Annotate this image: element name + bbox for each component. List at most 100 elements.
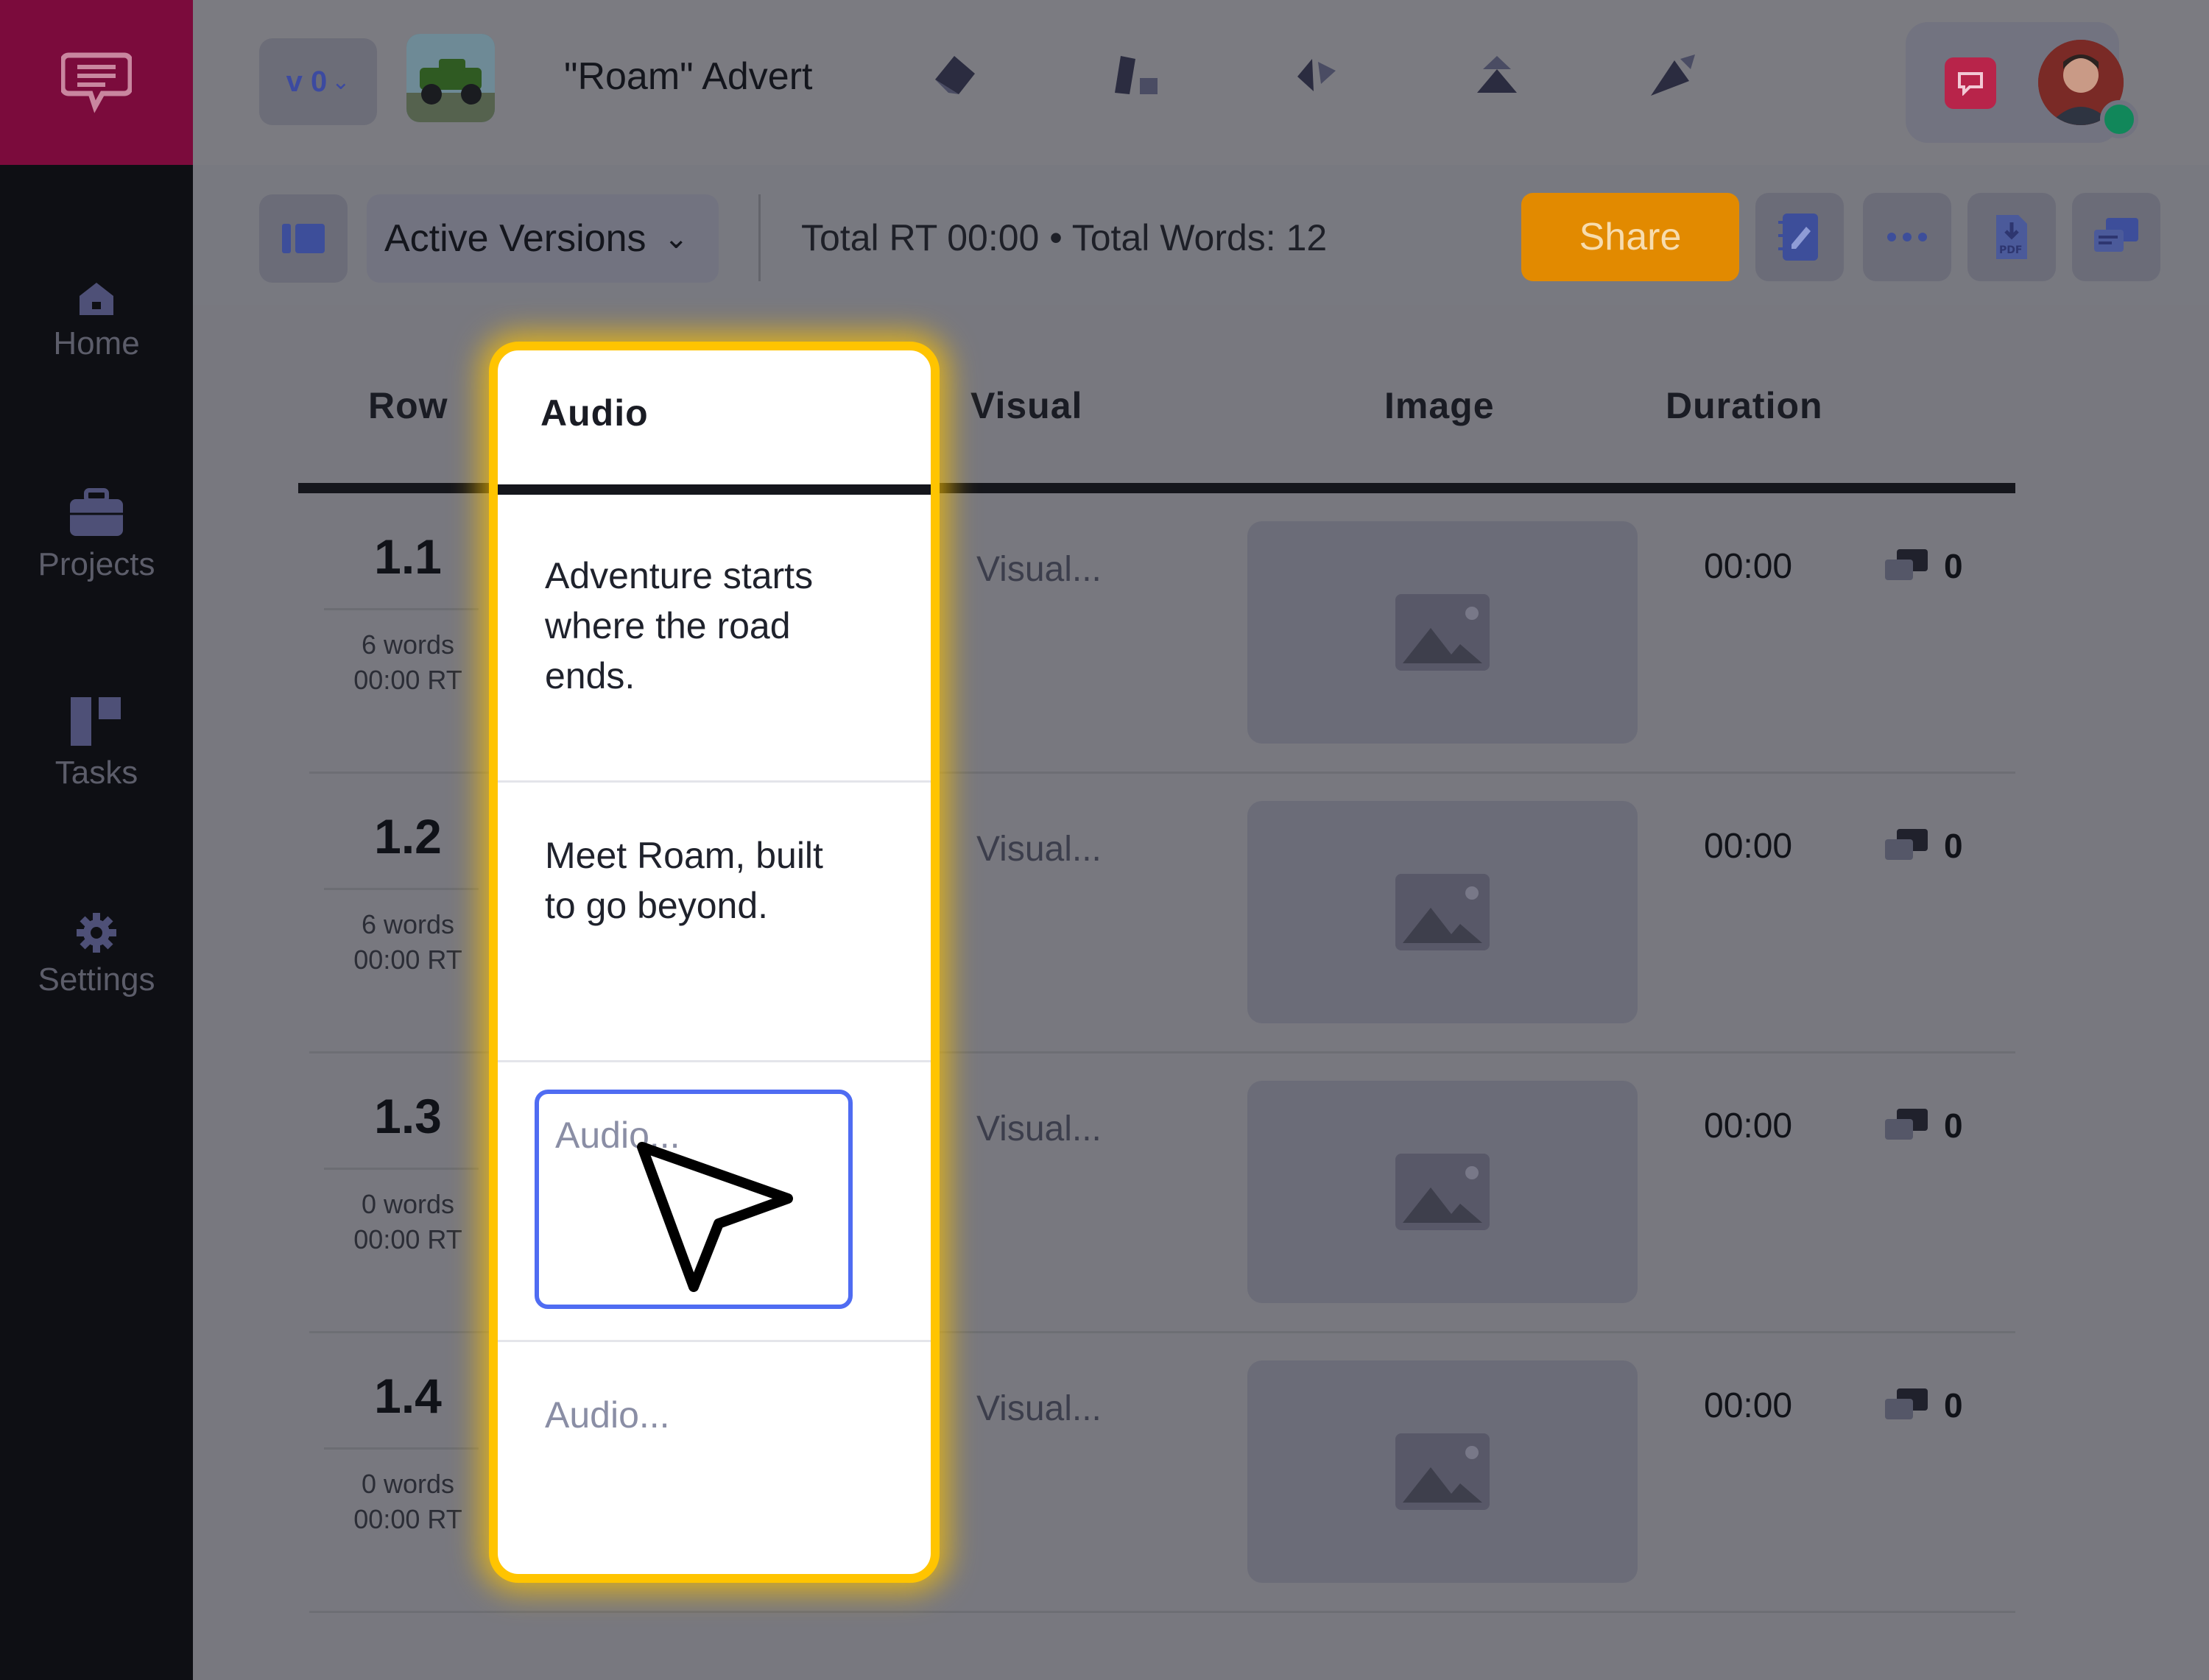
duration-value[interactable]: 00:00	[1704, 546, 1792, 587]
sidebar-item-label: Home	[53, 325, 140, 361]
row-divider	[498, 1340, 931, 1342]
row-number-divider	[324, 1447, 479, 1450]
audio-column-highlight: Audio Adventure starts where the road en…	[489, 342, 940, 1583]
row-number: 1.2	[374, 809, 442, 864]
comment-count-value: 0	[1944, 547, 1963, 585]
row-number: 1.3	[374, 1089, 442, 1143]
word-count: 0 words	[361, 1469, 455, 1499]
comment-icon	[1885, 549, 1928, 580]
running-time: 00:00 RT	[353, 1224, 462, 1254]
sidebar-item-label: Tasks	[54, 755, 138, 791]
comment-count[interactable]: 0	[1884, 826, 1963, 866]
running-time: 00:00 RT	[353, 945, 462, 975]
app-logo[interactable]	[0, 0, 193, 165]
word-count: 0 words	[361, 1189, 455, 1219]
duration-value[interactable]: 00:00	[1704, 1386, 1792, 1426]
row-number-divider	[324, 1168, 479, 1170]
row-stats: 0 words 00:00 RT	[327, 1467, 489, 1537]
tasks-icon	[71, 697, 121, 746]
column-header-duration: Duration	[1666, 385, 1823, 426]
send-tool-icon[interactable]	[1648, 53, 1698, 102]
more-options-button[interactable]	[1863, 193, 1951, 281]
running-time: 00:00 RT	[353, 665, 462, 695]
chat-logo-icon	[61, 52, 132, 113]
audio-cell[interactable]: Adventure starts where the road ends.	[545, 551, 854, 701]
sidebar-item-settings[interactable]: Settings	[0, 911, 193, 998]
gear-icon	[77, 913, 116, 953]
header-divider	[498, 484, 931, 495]
comment-icon	[1885, 1109, 1928, 1140]
toggle-panel-button[interactable]	[259, 194, 348, 283]
comment-count[interactable]: 0	[1884, 1386, 1963, 1425]
project-thumbnail[interactable]	[406, 34, 495, 122]
visual-cell[interactable]: Visual...	[976, 549, 1102, 590]
row-number: 1.4	[374, 1369, 442, 1423]
more-icon	[1887, 233, 1927, 241]
image-cell[interactable]	[1247, 1081, 1638, 1303]
visual-cell[interactable]: Visual...	[976, 1388, 1102, 1429]
sidebar-item-home[interactable]: Home	[0, 280, 193, 362]
mouse-cursor-icon	[636, 1141, 795, 1299]
column-header-row: Row	[368, 385, 448, 426]
sidebar-panel-icon	[282, 224, 325, 253]
comment-count[interactable]: 0	[1884, 546, 1963, 586]
stack-tool-icon[interactable]	[1473, 53, 1521, 99]
chevron-down-icon: ⌄	[663, 222, 689, 255]
image-cell[interactable]	[1247, 521, 1638, 744]
column-header-audio: Audio	[540, 392, 649, 434]
image-placeholder-icon	[1395, 874, 1490, 950]
project-title[interactable]: "Roam" Advert	[564, 54, 813, 99]
comments-icon	[2094, 218, 2138, 252]
comment-icon	[1885, 829, 1928, 860]
online-status-indicator	[2100, 100, 2138, 138]
comment-count-value: 0	[1944, 827, 1963, 865]
sidebar-item-tasks[interactable]: Tasks	[0, 696, 193, 791]
column-header-visual: Visual	[970, 385, 1083, 426]
share-button[interactable]: Share	[1521, 193, 1739, 281]
comment-icon	[1885, 1388, 1928, 1419]
sidebar-item-label: Settings	[38, 961, 155, 998]
sidebar: Home Projects Tasks Settings	[0, 0, 193, 1680]
comment-count[interactable]: 0	[1884, 1106, 1963, 1146]
word-count: 6 words	[361, 629, 455, 660]
image-placeholder-icon	[1395, 1154, 1490, 1230]
chat-icon	[1958, 72, 1983, 96]
duration-value[interactable]: 00:00	[1704, 1106, 1792, 1146]
chevron-down-icon: ⌄	[331, 69, 350, 94]
audio-cell[interactable]: Audio...	[545, 1390, 854, 1440]
split-tool-icon[interactable]	[1292, 54, 1340, 99]
notebook-edit-icon	[1778, 213, 1818, 261]
image-cell[interactable]	[1247, 1360, 1638, 1583]
pdf-download-icon: PDF	[1996, 215, 2027, 259]
comment-count-value: 0	[1944, 1386, 1963, 1425]
row-divider	[309, 1611, 2015, 1613]
audio-cell[interactable]: Meet Roam, built to go beyond.	[545, 830, 854, 931]
sidebar-item-projects[interactable]: Projects	[0, 486, 193, 583]
briefcase-icon	[70, 488, 123, 536]
comment-count-value: 0	[1944, 1107, 1963, 1145]
row-stats: 6 words 00:00 RT	[327, 907, 489, 978]
svg-text:PDF: PDF	[1999, 244, 2022, 256]
sidebar-item-label: Projects	[38, 546, 155, 582]
versions-label: Active Versions	[384, 217, 647, 260]
toolbar-divider	[758, 194, 761, 281]
messages-button[interactable]	[1945, 57, 1996, 109]
running-time: 00:00 RT	[353, 1504, 462, 1534]
totals-summary: Total RT 00:00 • Total Words: 12	[801, 217, 1328, 258]
version-selector[interactable]: v 0 ⌄	[259, 38, 377, 125]
duration-value[interactable]: 00:00	[1704, 826, 1792, 867]
shapes-tool-icon[interactable]	[1113, 53, 1160, 101]
visual-cell[interactable]: Visual...	[976, 829, 1102, 869]
versions-dropdown[interactable]: Active Versions ⌄	[367, 194, 719, 283]
draw-tool-icon[interactable]	[932, 52, 979, 101]
truck-thumbnail-icon	[406, 34, 495, 122]
notes-button[interactable]	[1755, 193, 1844, 281]
share-label: Share	[1579, 216, 1682, 258]
comments-panel-button[interactable]	[2072, 193, 2160, 281]
export-pdf-button[interactable]: PDF	[1967, 193, 2056, 281]
row-number: 1.1	[374, 529, 442, 584]
image-cell[interactable]	[1247, 801, 1638, 1023]
visual-cell[interactable]: Visual...	[976, 1109, 1102, 1149]
word-count: 6 words	[361, 909, 455, 939]
row-stats: 6 words 00:00 RT	[327, 627, 489, 698]
